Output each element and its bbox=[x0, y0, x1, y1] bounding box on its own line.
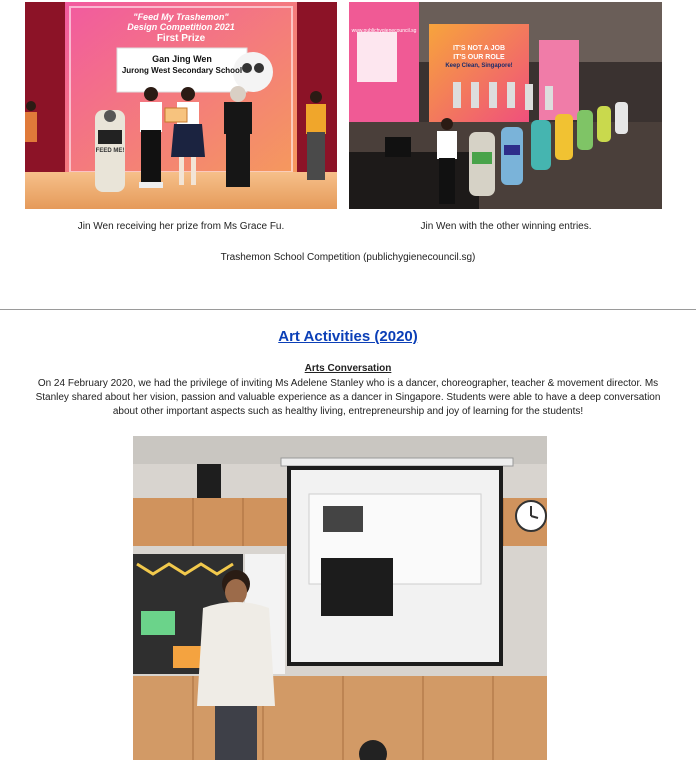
winning-entries-photo: IT'S NOT A JOB IT'S OUR ROLE Keep Clean,… bbox=[349, 2, 662, 209]
caption-source: Trashemon School Competition (publichygi… bbox=[220, 252, 476, 263]
banner-line-2: Design Competition 2021 bbox=[127, 22, 235, 32]
bin-label: FEED ME! bbox=[95, 148, 125, 154]
section-divider bbox=[0, 309, 696, 310]
arts-conversation-photo bbox=[133, 436, 547, 760]
banner-text: "Feed My Trashemon" Design Competition 2… bbox=[85, 12, 277, 44]
section-subtitle: Arts Conversation bbox=[304, 363, 392, 374]
screen-text: IT'S NOT A JOB IT'S OUR ROLE Keep Clean,… bbox=[429, 44, 529, 71]
board-school: Jurong West Secondary School bbox=[121, 66, 243, 75]
caption-left: Jin Wen receiving her prize from Ms Grac… bbox=[77, 221, 285, 232]
banner-line-1: "Feed My Trashemon" bbox=[133, 12, 229, 22]
section-paragraph: On 24 February 2020, we had the privileg… bbox=[35, 378, 661, 417]
prize-board: Gan Jing Wen Jurong West Secondary Schoo… bbox=[117, 54, 247, 76]
caption-right: Jin Wen with the other winning entries. bbox=[420, 221, 592, 232]
screen-line-3: Keep Clean, Singapore! bbox=[445, 63, 513, 69]
board-name: Gan Jing Wen bbox=[152, 54, 212, 64]
section-title-link[interactable]: Art Activities (2020) bbox=[0, 328, 696, 345]
screen-line-2: IT'S OUR ROLE bbox=[453, 54, 505, 61]
banner-line-3: First Prize bbox=[156, 33, 206, 44]
arts-conversation-illustration bbox=[133, 436, 547, 760]
screen-url: www.publichygienecouncil.sg bbox=[351, 28, 417, 34]
screen-line-1: IT'S NOT A JOB bbox=[452, 45, 506, 52]
prize-presentation-photo: "Feed My Trashemon" Design Competition 2… bbox=[25, 2, 337, 209]
